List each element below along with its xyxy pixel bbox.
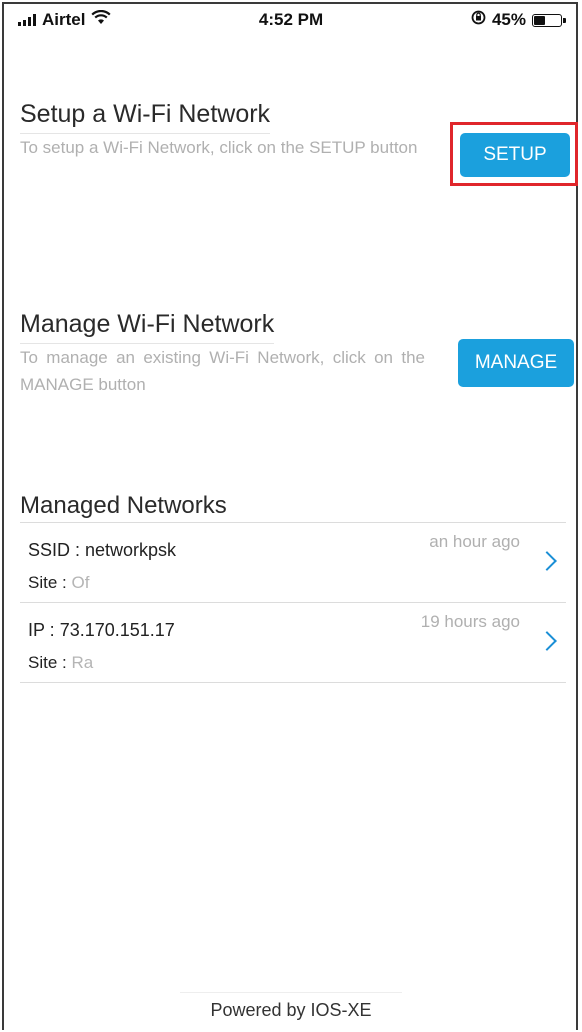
footer-powered-by: Powered by IOS-XE <box>210 1000 372 1020</box>
site-value: Of <box>71 573 90 592</box>
network-site: Site : Of <box>28 573 89 593</box>
network-list-item[interactable]: SSID : networkpsk Site : Of an hour ago <box>20 523 566 603</box>
chevron-right-icon[interactable] <box>537 631 557 651</box>
manage-title: Manage Wi-Fi Network <box>20 310 275 344</box>
setup-button[interactable]: SETUP <box>460 133 570 177</box>
status-bar-right: 45% <box>471 10 566 30</box>
site-value: Ra <box>71 653 94 672</box>
network-identifier: SSID : networkpsk <box>28 540 176 561</box>
battery-fill <box>534 15 545 25</box>
network-timestamp: 19 hours ago <box>420 612 520 631</box>
battery-cap <box>563 17 566 23</box>
manage-description: To manage an existing Wi-Fi Network, cli… <box>20 348 425 394</box>
network-key-label: SSID : <box>28 540 86 560</box>
network-timestamp: an hour ago <box>429 532 520 551</box>
network-list-item[interactable]: IP : 73.170.151.17 Site : Ra 19 hours ag… <box>20 603 566 683</box>
network-key-value: networkpsk <box>85 540 177 560</box>
battery-percent: 45% <box>491 10 526 29</box>
footer-divider <box>180 992 402 993</box>
site-label: Site : <box>28 573 72 592</box>
manage-button[interactable]: MANAGE <box>458 339 574 387</box>
managed-networks-list: SSID : networkpsk Site : Of an hour ago … <box>20 522 566 683</box>
network-key-value: 73.170.151.17 <box>59 620 175 640</box>
site-label: Site : <box>28 653 72 672</box>
network-key-label: IP : <box>28 620 60 640</box>
orientation-lock-icon <box>471 10 486 30</box>
network-identifier: IP : 73.170.151.17 <box>28 620 175 641</box>
battery-icon <box>532 13 566 27</box>
setup-description: To setup a Wi-Fi Network, click on the S… <box>20 138 418 157</box>
setup-title: Setup a Wi-Fi Network <box>20 100 271 134</box>
network-site: Site : Ra <box>28 653 93 673</box>
status-bar: Airtel 4:52 PM 45% <box>0 0 582 40</box>
chevron-right-icon[interactable] <box>537 551 557 571</box>
managed-networks-title: Managed Networks <box>20 492 227 519</box>
